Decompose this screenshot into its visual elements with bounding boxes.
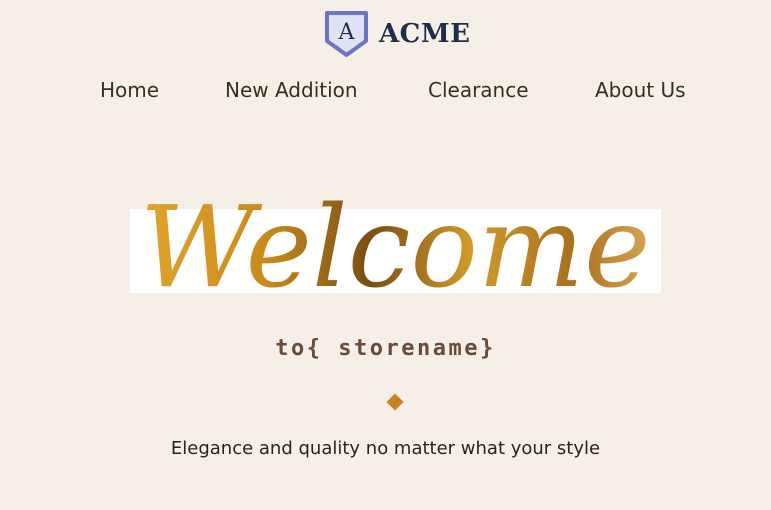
welcome-text: Welcome <box>140 183 651 298</box>
main-nav: Home New Addition Clearance About Us <box>0 78 771 106</box>
hero-banner: Welcome <box>130 158 661 298</box>
store-name-subtitle: to{ storename} <box>275 336 496 361</box>
nav-item-new-addition[interactable]: New Addition <box>225 78 358 102</box>
nav-item-clearance[interactable]: Clearance <box>428 78 529 102</box>
tagline: Elegance and quality no matter what your… <box>170 438 601 459</box>
shield-logo-icon: A <box>325 11 368 57</box>
site-header: A ACME <box>0 10 771 60</box>
nav-item-home[interactable]: Home <box>100 78 159 102</box>
brand-name: ACME <box>379 19 471 49</box>
logo-link[interactable]: A ACME <box>324 10 470 58</box>
logo-letter: A <box>338 20 356 45</box>
diamond-icon <box>386 393 404 411</box>
welcome-heading: Welcome <box>140 183 651 298</box>
nav-item-about-us[interactable]: About Us <box>595 78 686 102</box>
